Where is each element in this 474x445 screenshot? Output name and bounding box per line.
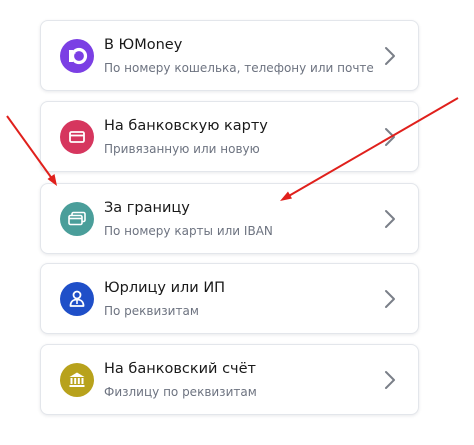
chevron-right-icon [384, 209, 396, 229]
option-title: За границу [104, 200, 190, 216]
chevron-right-icon [384, 127, 396, 147]
option-title: На банковский счёт [104, 361, 256, 377]
option-legal-entity[interactable]: Юрлицу или ИП По реквизитам [40, 263, 419, 334]
option-subtitle: По номеру кошелька, телефону или почте [104, 61, 374, 75]
option-bank-card[interactable]: На банковскую карту Привязанную или нову… [40, 101, 419, 172]
bank-card-icon [60, 120, 94, 154]
option-title: На банковскую карту [104, 118, 268, 134]
option-bank-account[interactable]: На банковский счёт Физлицу по реквизитам [40, 344, 419, 415]
chevron-right-icon [384, 46, 396, 66]
option-title: В ЮMoney [104, 37, 183, 53]
bank-building-icon [60, 363, 94, 397]
option-yoomoney[interactable]: В ЮMoney По номеру кошелька, телефону ил… [40, 20, 419, 91]
option-subtitle: Привязанную или новую [104, 142, 260, 156]
option-subtitle: Физлицу по реквизитам [104, 385, 257, 399]
transfer-options-list: В ЮMoney По номеру кошелька, телефону ил… [0, 0, 474, 445]
yoomoney-logo-icon [60, 39, 94, 73]
option-abroad[interactable]: За границу По номеру карты или IBAN [40, 183, 419, 254]
option-title: Юрлицу или ИП [104, 280, 226, 296]
option-subtitle: По реквизитам [104, 304, 199, 318]
cards-stack-icon [60, 202, 94, 236]
chevron-right-icon [384, 289, 396, 309]
business-person-icon [60, 282, 94, 316]
option-subtitle: По номеру карты или IBAN [104, 224, 273, 238]
chevron-right-icon [384, 370, 396, 390]
